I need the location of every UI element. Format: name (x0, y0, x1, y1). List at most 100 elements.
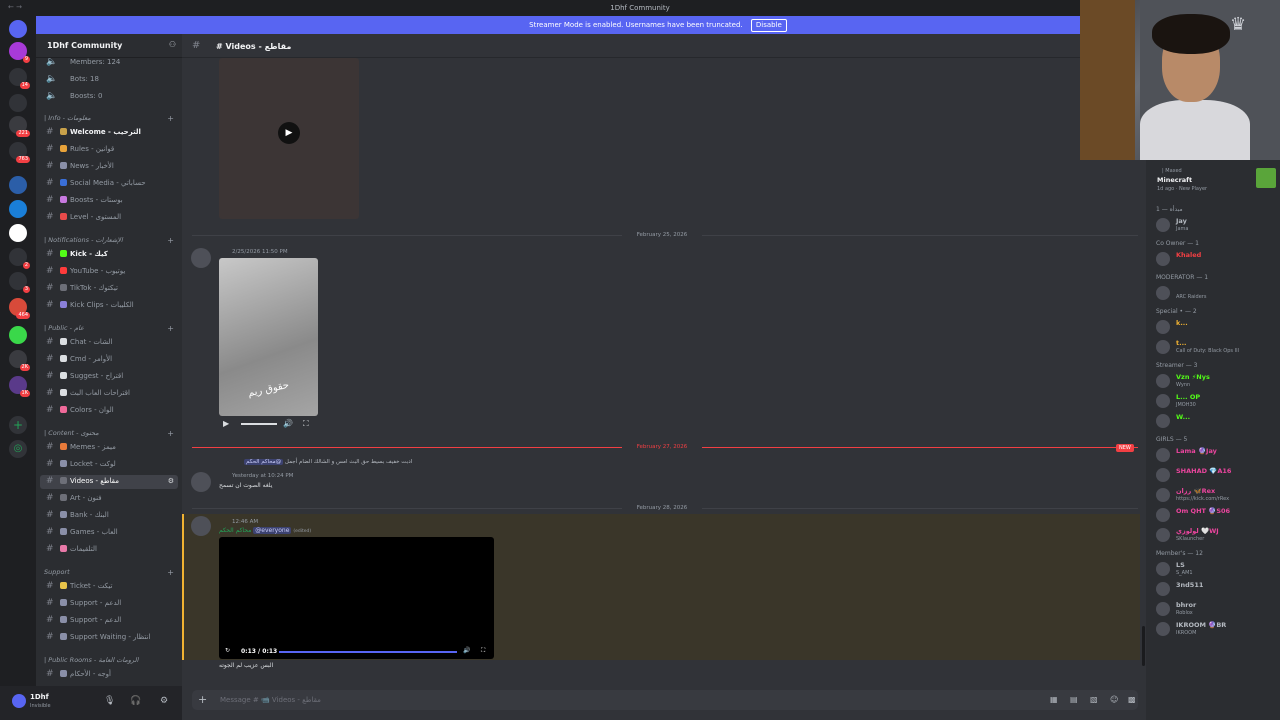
channel-item[interactable]: # Level - المستوى (36, 211, 182, 225)
channel-item[interactable]: # Locket - لوكت (36, 458, 182, 472)
add-server-icon[interactable]: + (9, 416, 27, 434)
member-item[interactable]: t... Call of Duty: Black Ops III (1154, 338, 1280, 356)
headphones-icon[interactable]: 🎧 (130, 696, 141, 706)
channel-item[interactable]: # Kick Clips - الكليبات (36, 299, 182, 313)
avatar[interactable] (12, 694, 26, 708)
channel-item[interactable]: # Bank - البنك (36, 509, 182, 523)
member-item[interactable]: Khaled (1154, 250, 1280, 268)
fullscreen-icon[interactable]: ⛶ (303, 419, 309, 429)
message-composer[interactable]: + Message # 📹 Videos - مقاطع ▦ ▤ ▧ ☺ ▩ (192, 690, 1138, 710)
add-channel-icon[interactable]: + (167, 324, 174, 333)
server-icon[interactable]: 1K (9, 376, 30, 397)
channel-item[interactable]: # Colors - الوان (36, 404, 182, 418)
channel-item[interactable]: # Social Media - حساباتي (36, 177, 182, 191)
everyone-mention[interactable]: @everyone (253, 527, 292, 534)
category-info[interactable]: | Info - معلومات + (44, 114, 180, 126)
stat-channel[interactable]: 🔈 Bots: 18 (36, 73, 182, 87)
channel-item[interactable]: # Kick - كيك (36, 248, 182, 262)
scrollbar[interactable] (1142, 626, 1145, 666)
add-channel-icon[interactable]: + (167, 429, 174, 438)
emoji-icon[interactable]: ☺ (1110, 695, 1118, 704)
add-member-icon[interactable]: ⚇ (169, 40, 176, 49)
channel-item[interactable]: # Support - الدعم (36, 597, 182, 611)
server-icon[interactable]: 763 (9, 142, 30, 163)
settings-gear-icon[interactable]: ⚙ (160, 696, 168, 706)
channel-item[interactable]: # اقتراحات العاب البث (36, 387, 182, 401)
add-channel-icon[interactable]: + (167, 236, 174, 245)
reply-preview[interactable]: ادبت خفيف بسيط حق البث امس و الشالك الضا… (244, 459, 412, 465)
category-rooms[interactable]: | Public Rooms - الرومات العامة (44, 656, 180, 668)
member-item[interactable]: 3nd511 (1154, 580, 1280, 598)
member-item[interactable]: SHAHAD 💎A16 (1154, 466, 1280, 484)
avatar[interactable] (191, 248, 211, 268)
category-support[interactable]: Support + (44, 568, 180, 580)
server-icon[interactable]: 2K (9, 350, 30, 371)
progress-bar[interactable] (279, 651, 457, 653)
stat-channel[interactable]: 🔈 Boosts: 0 (36, 90, 182, 104)
channel-item[interactable]: # YouTube - يوتيوب (36, 265, 182, 279)
gif-icon[interactable]: ▤ (1070, 695, 1078, 704)
video-attachment[interactable]: ▶ (219, 58, 359, 219)
member-item[interactable]: LS S_AM1 (1154, 560, 1280, 578)
channel-item[interactable]: # Videos - مقاطع ⚙ (40, 475, 178, 489)
channel-item[interactable]: # Support Waiting - انتظار (36, 631, 182, 645)
activity-card[interactable]: | Maxed Minecraft 1d ago · New Player (1154, 166, 1280, 196)
sticker-icon[interactable]: ▧ (1090, 695, 1098, 704)
channel-item[interactable]: # Memes - ميمز (36, 441, 182, 455)
add-channel-icon[interactable]: + (167, 114, 174, 123)
mic-icon[interactable]: 🎙 (104, 696, 115, 706)
channel-item[interactable]: # Suggest - اقتراح (36, 370, 182, 384)
volume-slider[interactable] (241, 423, 277, 425)
member-item[interactable]: Lama 🔮Jay (1154, 446, 1280, 464)
channel-item[interactable]: # Cmd - الأوامر (36, 353, 182, 367)
channel-item[interactable]: # Chat - الشات (36, 336, 182, 350)
server-icon[interactable] (9, 176, 27, 194)
play-icon[interactable]: ▶ (278, 122, 300, 144)
fullscreen-icon[interactable]: ⛶ (481, 647, 485, 655)
member-item[interactable]: Vzn ⚡Nys Wynn (1154, 372, 1280, 390)
server-icon[interactable] (9, 326, 27, 344)
channel-settings-icon[interactable]: ⚙ (168, 477, 174, 485)
member-item[interactable]: L... OP JMOH30 (1154, 392, 1280, 410)
play-icon[interactable]: ▶ (223, 419, 229, 428)
member-item[interactable]: W... (1154, 412, 1280, 430)
category-notifications[interactable]: | Notifications - الإشعارات + (44, 236, 180, 248)
member-item[interactable]: رزان 🦋Rex https://kick.com/rRex (1154, 486, 1280, 504)
discover-icon[interactable]: ◎ (9, 440, 27, 458)
server-icon[interactable]: 464 (9, 298, 30, 319)
server-icon[interactable] (9, 94, 27, 112)
server-icon[interactable]: 14 (9, 68, 30, 89)
video-player[interactable]: ↻ 0:13 / 0:13 🔊 ⛶ (219, 537, 494, 659)
channel-item[interactable]: # Welcome - الترحيب (36, 126, 182, 140)
server-icon[interactable]: 2 (9, 248, 30, 269)
member-item[interactable]: k... (1154, 318, 1280, 336)
member-item[interactable]: Om QHT 🔮S06 (1154, 506, 1280, 524)
server-icon[interactable] (9, 200, 27, 218)
volume-icon[interactable]: 🔊 (283, 419, 293, 428)
member-item[interactable]: لولوزي 🤍WJ SKlauncher (1154, 526, 1280, 544)
home-icon[interactable] (9, 20, 27, 38)
gift-icon[interactable]: ▦ (1050, 695, 1058, 704)
replay-icon[interactable]: ↻ (225, 647, 230, 654)
channel-item[interactable]: # Art - فنون (36, 492, 182, 506)
disable-button[interactable]: Disable (750, 19, 787, 32)
category-content[interactable]: | Content - محتوى + (44, 429, 180, 441)
guild-header[interactable]: 1Dhf Community ⚇ (36, 34, 182, 58)
category-public[interactable]: | Public - عام + (44, 324, 180, 336)
add-channel-icon[interactable]: + (167, 568, 174, 577)
member-item[interactable]: IKROOM 🔮BR IKROOM (1154, 620, 1280, 638)
stat-channel[interactable]: 🔈 Members: 124 (36, 56, 182, 70)
member-item[interactable]: Jay Jama (1154, 216, 1280, 234)
avatar[interactable] (191, 472, 211, 492)
volume-icon[interactable]: 🔊 (463, 647, 470, 654)
channel-item[interactable]: # التلقيمات (36, 543, 182, 557)
avatar[interactable] (191, 516, 211, 536)
server-icon[interactable]: 9 (9, 42, 30, 63)
channel-item[interactable]: # TikTok - تيكتوك (36, 282, 182, 296)
video-thumbnail[interactable]: حقوق ريم (219, 258, 318, 416)
server-icon[interactable] (9, 224, 27, 242)
channel-item[interactable]: # Ticket - تيكت (36, 580, 182, 594)
apps-icon[interactable]: ▩ (1128, 695, 1136, 704)
mention[interactable]: @محاكم الحكم (244, 459, 284, 465)
author-name[interactable]: محاكم الحكم (219, 527, 251, 534)
